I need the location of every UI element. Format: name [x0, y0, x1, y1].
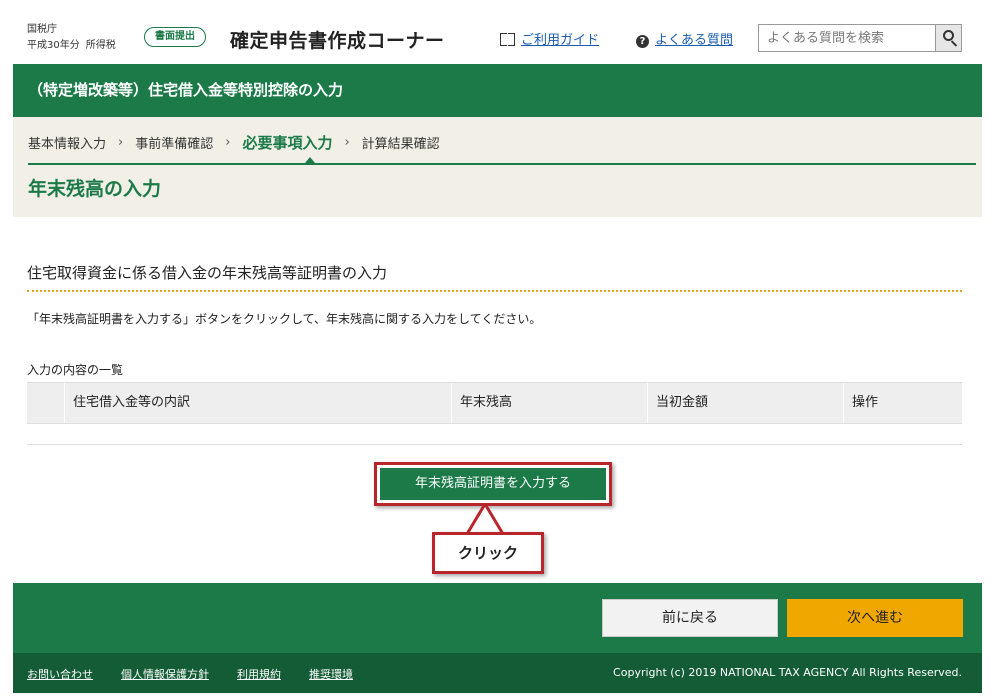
bottom-nav-bar: 前に戻る 次へ進む: [13, 583, 982, 653]
table-header-blank: [27, 383, 64, 423]
question-circle-icon: ?: [636, 35, 649, 48]
header: 国税庁 平成30年分 所得税 書面提出 確定申告書作成コーナー ご利用ガイド ? よ…: [0, 0, 1001, 64]
page-title: 年末残高の入力: [28, 178, 162, 200]
list-label: 入力の内容の一覧: [27, 363, 124, 377]
tax-year: 平成30年分: [27, 40, 80, 51]
chevron-right-icon: ›: [344, 135, 350, 150]
enter-certificate-button[interactable]: 年末残高証明書を入力する: [380, 468, 606, 500]
site-title: 確定申告書作成コーナー: [230, 30, 445, 52]
table-header-operation: 操作: [843, 383, 962, 423]
step-required-input: 必要事項入力: [242, 134, 333, 152]
agency-name: 国税庁: [27, 24, 57, 35]
footer-link-contact[interactable]: お問い合わせ: [27, 666, 93, 682]
tax-type: 所得税: [85, 40, 116, 51]
footer-link-environment[interactable]: 推奨環境: [309, 666, 353, 682]
book-icon: [500, 33, 515, 46]
search-button[interactable]: [935, 25, 961, 51]
guide-link[interactable]: ご利用ガイド: [521, 33, 599, 48]
table-header-breakdown: 住宅借入金等の内訳: [64, 383, 451, 423]
submit-method-badge: 書面提出: [144, 27, 206, 47]
footer: お問い合わせ 個人情報保護方針 利用規約 推奨環境 Copyright (c) …: [13, 653, 982, 693]
current-step-marker: [305, 157, 315, 163]
chevron-right-icon: ›: [225, 135, 231, 150]
step-basic-info: 基本情報入力: [28, 137, 107, 152]
step-preparation: 事前準備確認: [135, 137, 214, 152]
click-callout: クリック: [432, 532, 544, 574]
table-bottom-divider: [27, 444, 962, 445]
copyright-text: Copyright (c) 2019 NATIONAL TAX AGENCY A…: [613, 666, 962, 679]
step-area: 基本情報入力 › 事前準備確認 › 必要事項入力 › 計算結果確認 年末残高の入…: [13, 117, 982, 217]
section-divider: [27, 290, 962, 292]
chevron-right-icon: ›: [118, 135, 124, 150]
back-button[interactable]: 前に戻る: [602, 599, 778, 637]
instruction-text: 「年末残高証明書を入力する」ボタンをクリックして、年末残高に関する入力をしてくだ…: [27, 312, 542, 326]
form-title-bar: （特定増改築等）住宅借入金等特別控除の入力: [13, 64, 982, 117]
table-header-initial-amount: 当初金額: [647, 383, 843, 423]
guide-link-container: ご利用ガイド: [500, 29, 599, 48]
breadcrumb-steps: 基本情報入力 › 事前準備確認 › 必要事項入力 › 計算結果確認: [28, 132, 440, 153]
callout-pointer: [465, 503, 505, 535]
footer-link-terms[interactable]: 利用規約: [237, 666, 281, 682]
step-progress-line: [28, 163, 976, 165]
search-input[interactable]: [759, 25, 935, 51]
faq-link-container: ? よくある質問: [636, 29, 733, 48]
search-icon: [943, 30, 954, 41]
agency-info: 国税庁 平成30年分 所得税: [27, 22, 116, 54]
footer-link-privacy[interactable]: 個人情報保護方針: [121, 666, 209, 682]
highlight-frame: 年末残高証明書を入力する: [374, 462, 612, 506]
step-calculation-result: 計算結果確認: [361, 137, 440, 152]
faq-search: [758, 24, 962, 52]
input-list-table: 住宅借入金等の内訳 年末残高 当初金額 操作: [27, 382, 962, 424]
faq-link[interactable]: よくある質問: [655, 33, 733, 48]
section-title: 住宅取得資金に係る借入金の年末残高等証明書の入力: [27, 264, 388, 282]
table-header-year-end-balance: 年末残高: [451, 383, 647, 423]
footer-links: お問い合わせ 個人情報保護方針 利用規約 推奨環境: [27, 666, 353, 682]
next-button[interactable]: 次へ進む: [787, 599, 963, 637]
